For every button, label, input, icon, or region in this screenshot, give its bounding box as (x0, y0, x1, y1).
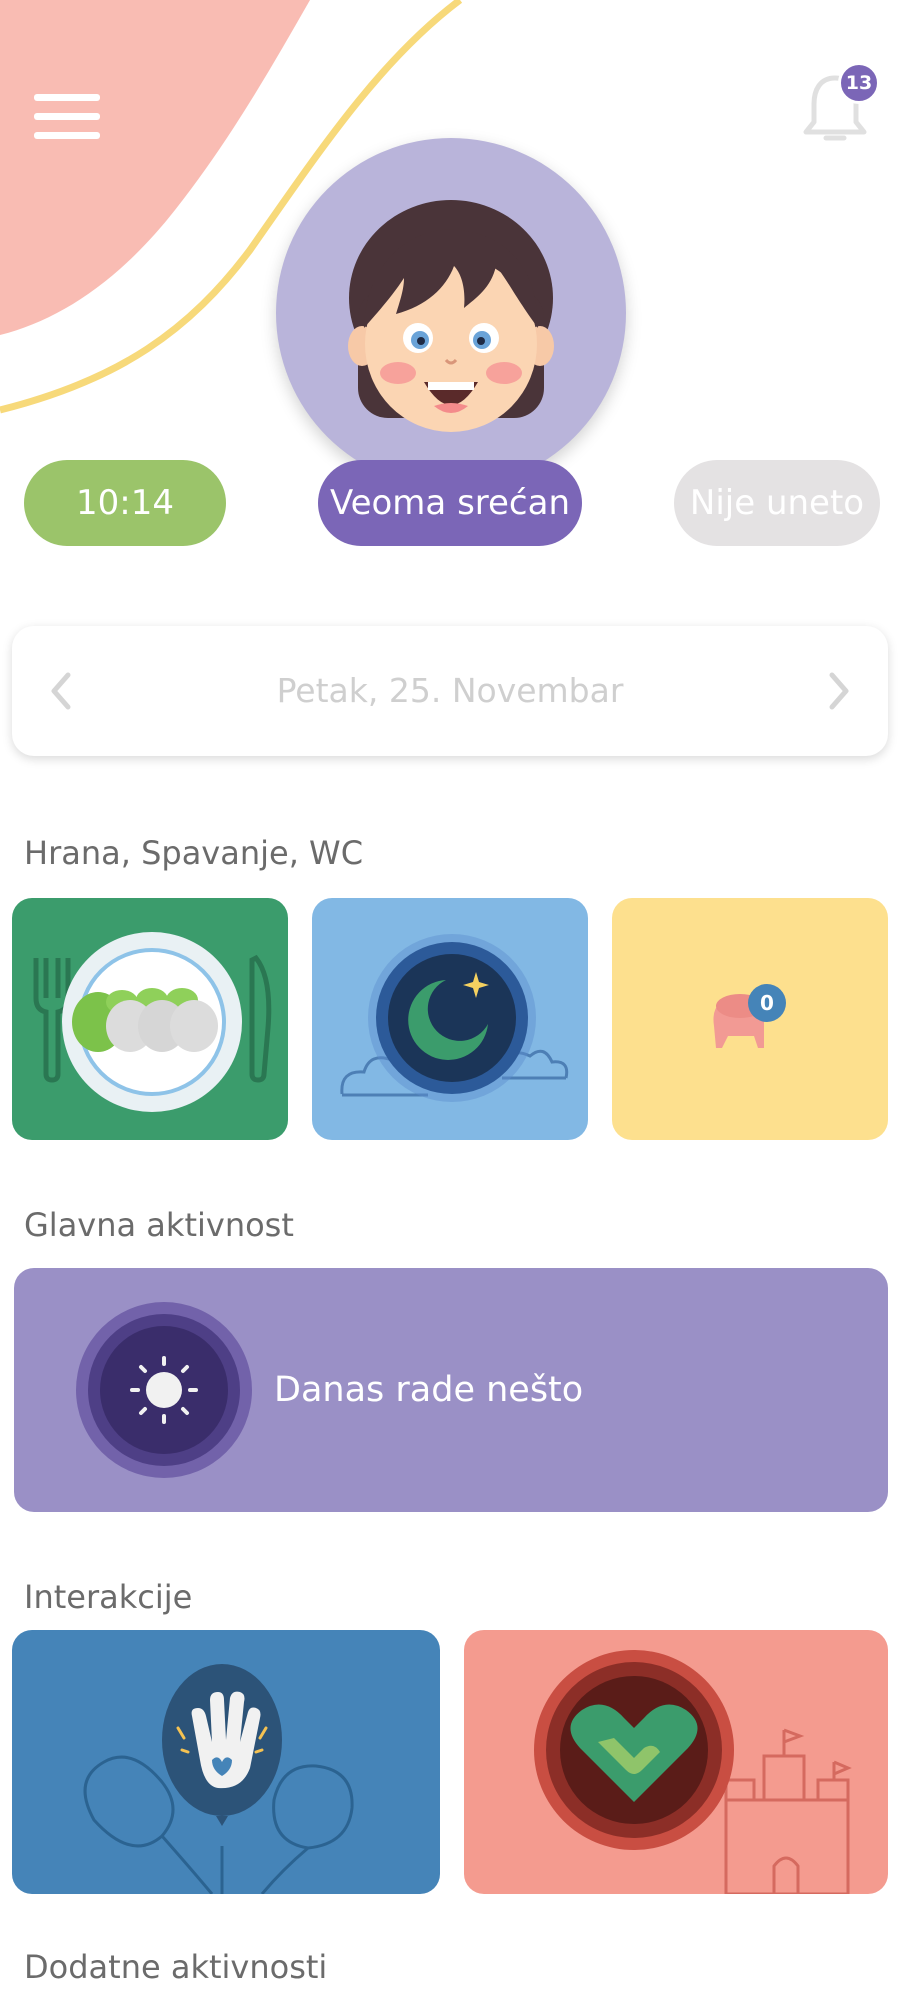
mood-pill[interactable]: Veoma srećan (318, 460, 582, 546)
moon-icon (340, 934, 569, 1102)
date-label: Petak, 25. Novembar (276, 671, 624, 710)
time-pill[interactable]: 10:14 (24, 460, 226, 546)
chevron-left-icon (51, 672, 71, 710)
main-activity-card[interactable]: Danas rade nešto (14, 1268, 888, 1512)
mood-value: Veoma srećan (329, 483, 571, 523)
menu-button[interactable] (34, 92, 100, 142)
wc-count-badge: 0 (748, 984, 786, 1022)
plate-icon (33, 932, 272, 1112)
notification-badge: 13 (838, 62, 880, 104)
hamburger-icon (34, 92, 100, 142)
section-title-food-sleep-wc: Hrana, Spavanje, WC (24, 834, 364, 872)
section-title-additional: Dodatne aktivnosti (24, 1948, 328, 1986)
prev-day-button[interactable] (32, 661, 92, 721)
wc-card[interactable]: 0 (612, 898, 888, 1140)
notifications-button[interactable]: 13 (800, 62, 880, 152)
notification-count: 13 (845, 72, 873, 94)
avatar[interactable] (276, 138, 626, 488)
wc-count: 0 (760, 991, 774, 1015)
hand-icon (83, 1664, 354, 1894)
section-title-interactions: Interakcije (24, 1578, 193, 1616)
handshake-heart-icon (534, 1650, 852, 1894)
section-title-main-activity: Glavna aktivnost (24, 1206, 294, 1244)
sun-icon (76, 1302, 252, 1478)
interaction-card-hand[interactable] (12, 1630, 440, 1894)
interaction-card-friendship[interactable] (464, 1630, 888, 1894)
time-value: 10:14 (76, 483, 174, 523)
sleep-card[interactable] (312, 898, 588, 1140)
not-entered-value: Nije uneto (689, 483, 865, 523)
child-face-icon (348, 200, 554, 432)
potty-icon (713, 994, 764, 1048)
date-navigator: Petak, 25. Novembar (12, 626, 888, 756)
chevron-right-icon (829, 672, 849, 710)
not-entered-pill[interactable]: Nije uneto (674, 460, 880, 546)
next-day-button[interactable] (808, 661, 868, 721)
main-activity-text: Danas rade nešto (274, 1370, 584, 1410)
food-card[interactable] (12, 898, 288, 1140)
